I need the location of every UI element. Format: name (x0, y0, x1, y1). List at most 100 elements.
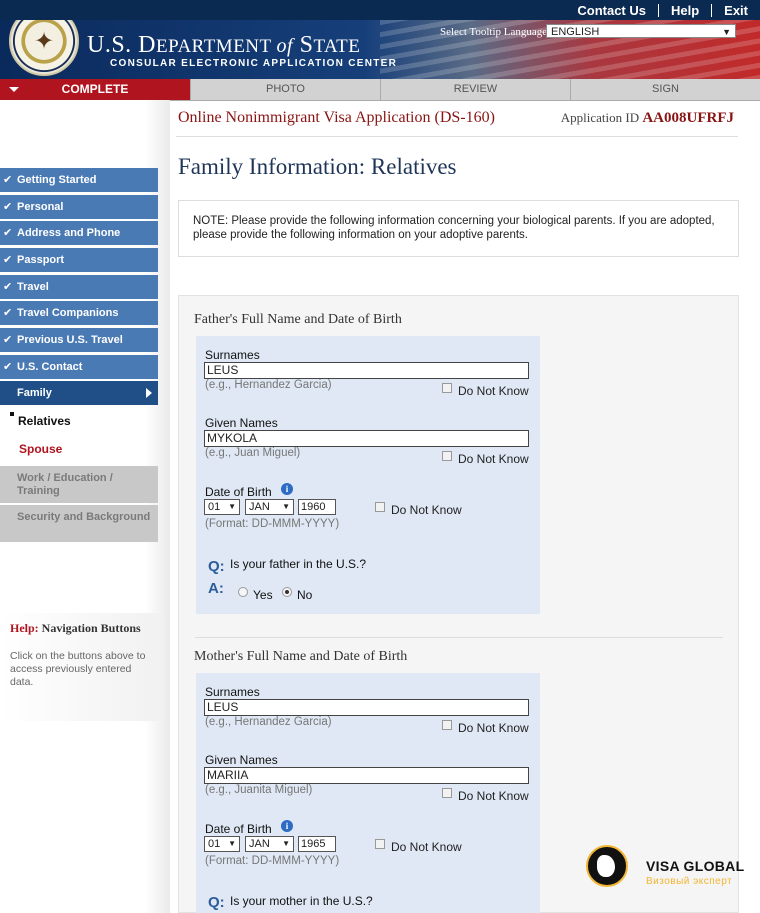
father-given-hint: (e.g., Juan Miguel) (205, 447, 301, 459)
application-title: Online Nonimmigrant Visa Application (DS… (178, 109, 495, 126)
nav-family[interactable]: Family (0, 381, 158, 405)
step-complete[interactable]: COMPLETE (0, 79, 191, 100)
watermark-subtitle: Визовый эксперт (646, 876, 733, 887)
question-marker: Q: (208, 558, 225, 575)
application-id: Application ID AA008UFRFJ (560, 110, 734, 126)
help-box: Help: Navigation Buttons Click on the bu… (0, 613, 164, 721)
mother-surnames-dnk-checkbox[interactable] (442, 720, 452, 730)
watermark-name: VISA GLOBAL (646, 858, 745, 874)
nav-travel[interactable]: ✔ Travel (0, 275, 158, 299)
nav-passport[interactable]: ✔ Passport (0, 248, 158, 272)
check-icon: ✔ (3, 200, 13, 213)
mother-given-dnk-checkbox[interactable] (442, 788, 452, 798)
chevron-down-icon: ▼ (228, 502, 236, 511)
header-banner: ✦ U.S. DEPARTMENT of STATE CONSULAR ELEC… (0, 20, 760, 79)
father-dob-dnk-checkbox[interactable] (375, 502, 385, 512)
info-icon[interactable]: i (281, 483, 293, 495)
visa-global-watermark: VISA GLOBAL Визовый эксперт (586, 845, 760, 895)
help-body: Click on the buttons above to access pre… (10, 650, 146, 688)
nav-previous-us-travel[interactable]: ✔ Previous U.S. Travel (0, 328, 158, 352)
father-surnames-input[interactable]: LEUS (204, 362, 529, 379)
step-sign[interactable]: SIGN (571, 79, 760, 100)
nav-personal[interactable]: ✔ Personal (0, 195, 158, 219)
mother-dob-hint: (Format: DD-MMM-YYYY) (205, 855, 340, 867)
mother-surnames-hint: (e.g., Hernandez Garcia) (205, 716, 332, 728)
check-icon: ✔ (3, 360, 13, 373)
divider (195, 637, 723, 638)
chevron-down-icon: ▼ (282, 839, 290, 848)
mother-dob-day-select[interactable]: 01 ▼ (204, 836, 240, 852)
nav-getting-started[interactable]: ✔ Getting Started (0, 168, 158, 192)
check-icon: ✔ (3, 253, 13, 266)
father-dob-day-select[interactable]: 01 ▼ (204, 499, 240, 515)
step-bar: COMPLETE PHOTO REVIEW SIGN (0, 79, 760, 101)
subnav-relatives[interactable]: Relatives (10, 412, 71, 428)
chevron-down-icon: ▼ (722, 27, 731, 37)
subnav-spouse[interactable]: Spouse (19, 442, 62, 456)
father-surnames-dnk-label: Do Not Know (458, 384, 529, 398)
father-given-label: Given Names (205, 416, 278, 430)
mother-surnames-dnk-label: Do Not Know (458, 721, 529, 735)
father-surnames-label: Surnames (205, 348, 260, 362)
chevron-right-icon (146, 388, 152, 398)
nav-address-and-phone[interactable]: ✔ Address and Phone (0, 221, 158, 245)
father-in-us-no-radio[interactable] (282, 587, 292, 597)
tooltip-language-label: Select Tooltip Language (440, 26, 548, 38)
tooltip-language-select[interactable]: ENGLISH ▼ (546, 24, 736, 38)
father-given-input[interactable]: MYKOLA (204, 430, 529, 447)
father-dob-label: Date of Birth (205, 485, 272, 499)
check-icon: ✔ (3, 173, 13, 186)
consular-subtitle: CONSULAR ELECTRONIC APPLICATION CENTER (110, 58, 398, 69)
nav-security-and-background: Security and Background (0, 505, 158, 542)
father-dob-hint: (Format: DD-MMM-YYYY) (205, 518, 340, 530)
mother-surnames-input[interactable]: LEUS (204, 699, 529, 716)
father-in-us-yes-label: Yes (253, 588, 273, 602)
chevron-down-icon (9, 87, 19, 92)
step-review[interactable]: REVIEW (381, 79, 571, 100)
question-marker: Q: (208, 894, 225, 911)
bullet-icon (10, 412, 14, 416)
father-surnames-hint: (e.g., Hernandez Garcia) (205, 379, 332, 391)
mother-in-us-question: Is your mother in the U.S.? (230, 894, 373, 908)
father-surnames-dnk-checkbox[interactable] (442, 383, 452, 393)
department-title: U.S. DEPARTMENT of STATE (87, 32, 361, 58)
father-dob-month-select[interactable]: JAN ▼ (245, 499, 294, 515)
globe-icon (586, 845, 628, 887)
father-in-us-question: Is your father in the U.S.? (230, 557, 367, 571)
note-box: NOTE: Please provide the following infor… (178, 200, 739, 257)
mother-dob-dnk-checkbox[interactable] (375, 839, 385, 849)
info-icon[interactable]: i (281, 820, 293, 832)
father-heading: Father's Full Name and Date of Birth (194, 312, 402, 327)
top-links: Contact Us Help Exit (565, 0, 760, 20)
top-bar: Contact Us Help Exit (0, 0, 760, 20)
father-in-us-yes-radio[interactable] (238, 587, 248, 597)
mother-dob-month-select[interactable]: JAN ▼ (245, 836, 294, 852)
step-photo[interactable]: PHOTO (191, 79, 381, 100)
father-dob-dnk-label: Do Not Know (391, 503, 462, 517)
exit-link[interactable]: Exit (712, 3, 760, 18)
page-title: Family Information: Relatives (178, 154, 457, 179)
answer-marker: A: (208, 580, 224, 597)
application-header: Online Nonimmigrant Visa Application (DS… (176, 100, 738, 137)
father-dob-year-input[interactable]: 1960 (298, 499, 336, 515)
mother-given-label: Given Names (205, 753, 278, 767)
contact-us-link[interactable]: Contact Us (565, 3, 658, 18)
check-icon: ✔ (3, 306, 13, 319)
check-icon: ✔ (3, 280, 13, 293)
eagle-icon: ✦ (33, 27, 55, 55)
mother-given-input[interactable]: MARIIA (204, 767, 529, 784)
mother-surnames-label: Surnames (205, 685, 260, 699)
father-given-dnk-checkbox[interactable] (442, 451, 452, 461)
mother-heading: Mother's Full Name and Date of Birth (194, 649, 408, 664)
nav-us-contact[interactable]: ✔ U.S. Contact (0, 355, 158, 379)
check-icon: ✔ (3, 333, 13, 346)
mother-dob-year-input[interactable]: 1965 (298, 836, 336, 852)
chevron-down-icon: ▼ (282, 502, 290, 511)
mother-given-hint: (e.g., Juanita Miguel) (205, 784, 313, 796)
help-link[interactable]: Help (659, 3, 711, 18)
mother-dob-dnk-label: Do Not Know (391, 840, 462, 854)
help-title: Help: Navigation Buttons (10, 621, 141, 635)
nav-travel-companions[interactable]: ✔ Travel Companions (0, 301, 158, 325)
eagle-seal-icon: ✦ (9, 20, 79, 76)
mother-dob-label: Date of Birth (205, 822, 272, 836)
